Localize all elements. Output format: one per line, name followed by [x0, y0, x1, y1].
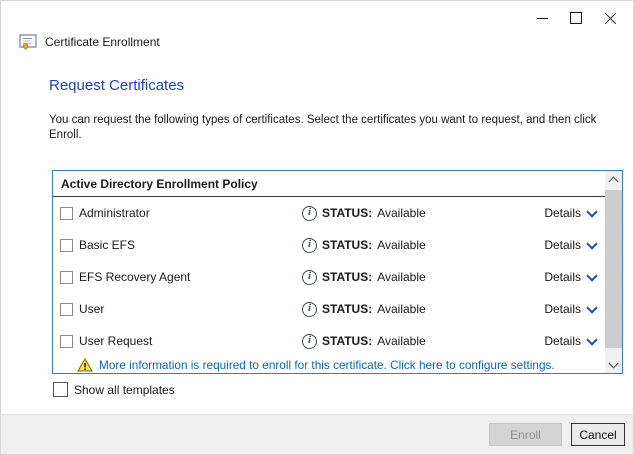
details-label: Details [544, 270, 581, 284]
chevron-down-icon [586, 238, 597, 249]
page-title: Request Certificates [49, 77, 184, 94]
template-list-rows: Active Directory Enrollment Policy Admin… [53, 171, 605, 373]
status-label: STATUS: [322, 302, 372, 316]
scroll-down-button[interactable] [605, 356, 622, 373]
status-group: i STATUS: Available [302, 206, 426, 221]
template-row-user-request: User Request i STATUS: Available Details [53, 325, 605, 357]
details-label: Details [544, 206, 581, 220]
user-request-checkbox[interactable] [60, 335, 73, 348]
template-name: User Request [79, 334, 152, 348]
scrollbar-thumb[interactable] [605, 190, 622, 348]
details-label: Details [544, 238, 581, 252]
status-value: Available [377, 270, 425, 284]
warning-icon [77, 358, 93, 372]
template-name: EFS Recovery Agent [79, 270, 190, 284]
details-expander[interactable]: Details [544, 206, 596, 220]
template-name: Administrator [79, 206, 150, 220]
minimize-icon [537, 18, 548, 19]
close-icon [604, 12, 617, 25]
scrollbar [605, 171, 622, 373]
status-label: STATUS: [322, 270, 372, 284]
status-label: STATUS: [322, 238, 372, 252]
details-label: Details [544, 334, 581, 348]
app-title: Certificate Enrollment [45, 35, 160, 49]
minimize-button[interactable] [525, 5, 559, 31]
info-icon: i [302, 334, 317, 349]
details-expander[interactable]: Details [544, 302, 596, 316]
details-label: Details [544, 302, 581, 316]
close-button[interactable] [593, 5, 627, 31]
info-icon: i [302, 270, 317, 285]
details-expander[interactable]: Details [544, 238, 596, 252]
show-all-templates: Show all templates [53, 382, 175, 397]
chevron-down-icon [609, 358, 619, 368]
template-row-basic-efs: Basic EFS i STATUS: Available Details [53, 229, 605, 261]
maximize-button[interactable] [559, 5, 593, 31]
status-label: STATUS: [322, 206, 372, 220]
maximize-icon [570, 12, 582, 24]
chevron-down-icon [586, 302, 597, 313]
status-value: Available [377, 302, 425, 316]
details-expander[interactable]: Details [544, 334, 596, 348]
status-group: i STATUS: Available [302, 334, 426, 349]
basic-efs-checkbox[interactable] [60, 239, 73, 252]
more-information-warning: More information is required to enroll f… [53, 357, 605, 373]
template-name: Basic EFS [79, 238, 135, 252]
scroll-up-button[interactable] [605, 171, 622, 188]
status-group: i STATUS: Available [302, 270, 426, 285]
template-row-administrator: Administrator i STATUS: Available Detail… [53, 197, 605, 229]
status-group: i STATUS: Available [302, 302, 426, 317]
footer-bar: Enroll Cancel [1, 414, 633, 454]
chevron-down-icon [586, 334, 597, 345]
enroll-button[interactable]: Enroll [489, 423, 562, 446]
policy-header: Active Directory Enrollment Policy [53, 171, 605, 197]
certificate-enrollment-window: Certificate Enrollment Request Certifica… [0, 0, 634, 455]
template-name: User [79, 302, 104, 316]
show-all-templates-label: Show all templates [74, 383, 175, 397]
show-all-templates-checkbox[interactable] [53, 382, 68, 397]
administrator-checkbox[interactable] [60, 207, 73, 220]
template-row-user: User i STATUS: Available Details [53, 293, 605, 325]
chevron-down-icon [586, 270, 597, 281]
status-label: STATUS: [322, 334, 372, 348]
info-icon: i [302, 302, 317, 317]
intro-text: You can request the following types of c… [49, 113, 627, 143]
cancel-button[interactable]: Cancel [571, 423, 625, 446]
user-checkbox[interactable] [60, 303, 73, 316]
status-value: Available [377, 238, 425, 252]
configure-settings-link[interactable]: More information is required to enroll f… [99, 358, 555, 372]
chevron-down-icon [586, 206, 597, 217]
template-list: Active Directory Enrollment Policy Admin… [52, 170, 623, 374]
app-header: Certificate Enrollment [19, 34, 160, 50]
info-icon: i [302, 238, 317, 253]
efs-recovery-agent-checkbox[interactable] [60, 271, 73, 284]
certificate-icon [19, 34, 38, 50]
status-value: Available [377, 206, 425, 220]
chevron-up-icon [609, 176, 619, 186]
info-icon: i [302, 206, 317, 221]
status-value: Available [377, 334, 425, 348]
status-group: i STATUS: Available [302, 238, 426, 253]
details-expander[interactable]: Details [544, 270, 596, 284]
titlebar-controls [525, 5, 627, 31]
template-row-efs-recovery-agent: EFS Recovery Agent i STATUS: Available D… [53, 261, 605, 293]
